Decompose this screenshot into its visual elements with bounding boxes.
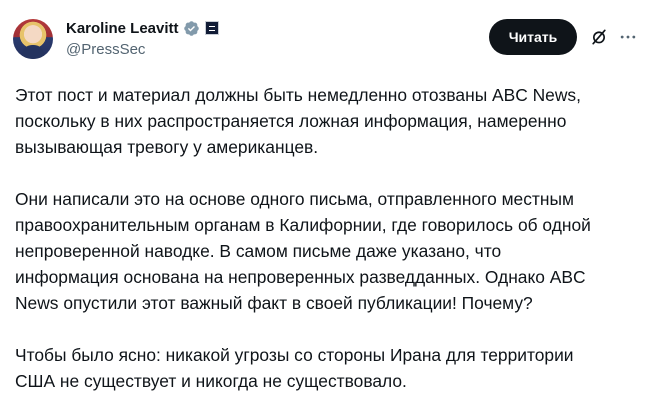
author-name-row: Karoline Leavitt — [66, 18, 219, 38]
avatar[interactable] — [13, 19, 53, 59]
tweet-line: News опустили этот важный факт в своей п… — [15, 293, 533, 313]
affiliation-badge-icon[interactable] — [204, 21, 219, 35]
tweet-post: Karoline Leavitt @PressSec Читать Этот п… — [0, 0, 650, 404]
tweet-line: поскольку в них распространяется ложная … — [15, 111, 567, 131]
verified-badge-icon — [183, 20, 199, 36]
tweet-line: Они написали это на основе одного письма… — [15, 189, 574, 209]
tweet-paragraph: Этот пост и материал должны быть немедле… — [15, 82, 640, 160]
tweet-line: информация основана на непроверенных раз… — [15, 267, 586, 287]
follow-button[interactable]: Читать — [489, 19, 577, 55]
author-name[interactable]: Karoline Leavitt — [66, 20, 179, 37]
author-header: Karoline Leavitt @PressSec — [66, 18, 219, 58]
tweet-line: Чтобы было ясно: никакой угрозы со сторо… — [15, 345, 574, 365]
tweet-line: США не существует и никогда не существов… — [15, 371, 407, 391]
more-icon[interactable] — [618, 27, 638, 47]
tweet-text: Этот пост и материал должны быть немедле… — [15, 82, 640, 404]
grok-icon[interactable] — [589, 27, 609, 47]
tweet-line: правоохранительным органам в Калифорнии,… — [15, 215, 591, 235]
tweet-line: Этот пост и материал должны быть немедле… — [15, 85, 581, 105]
tweet-paragraph: Они написали это на основе одного письма… — [15, 186, 640, 316]
tweet-line: вызывающая тревогу у американцев. — [15, 137, 319, 157]
tweet-line: непроверенной наводке. В самом письме да… — [15, 241, 502, 261]
tweet-paragraph: Чтобы было ясно: никакой угрозы со сторо… — [15, 342, 640, 394]
author-handle[interactable]: @PressSec — [66, 41, 219, 58]
